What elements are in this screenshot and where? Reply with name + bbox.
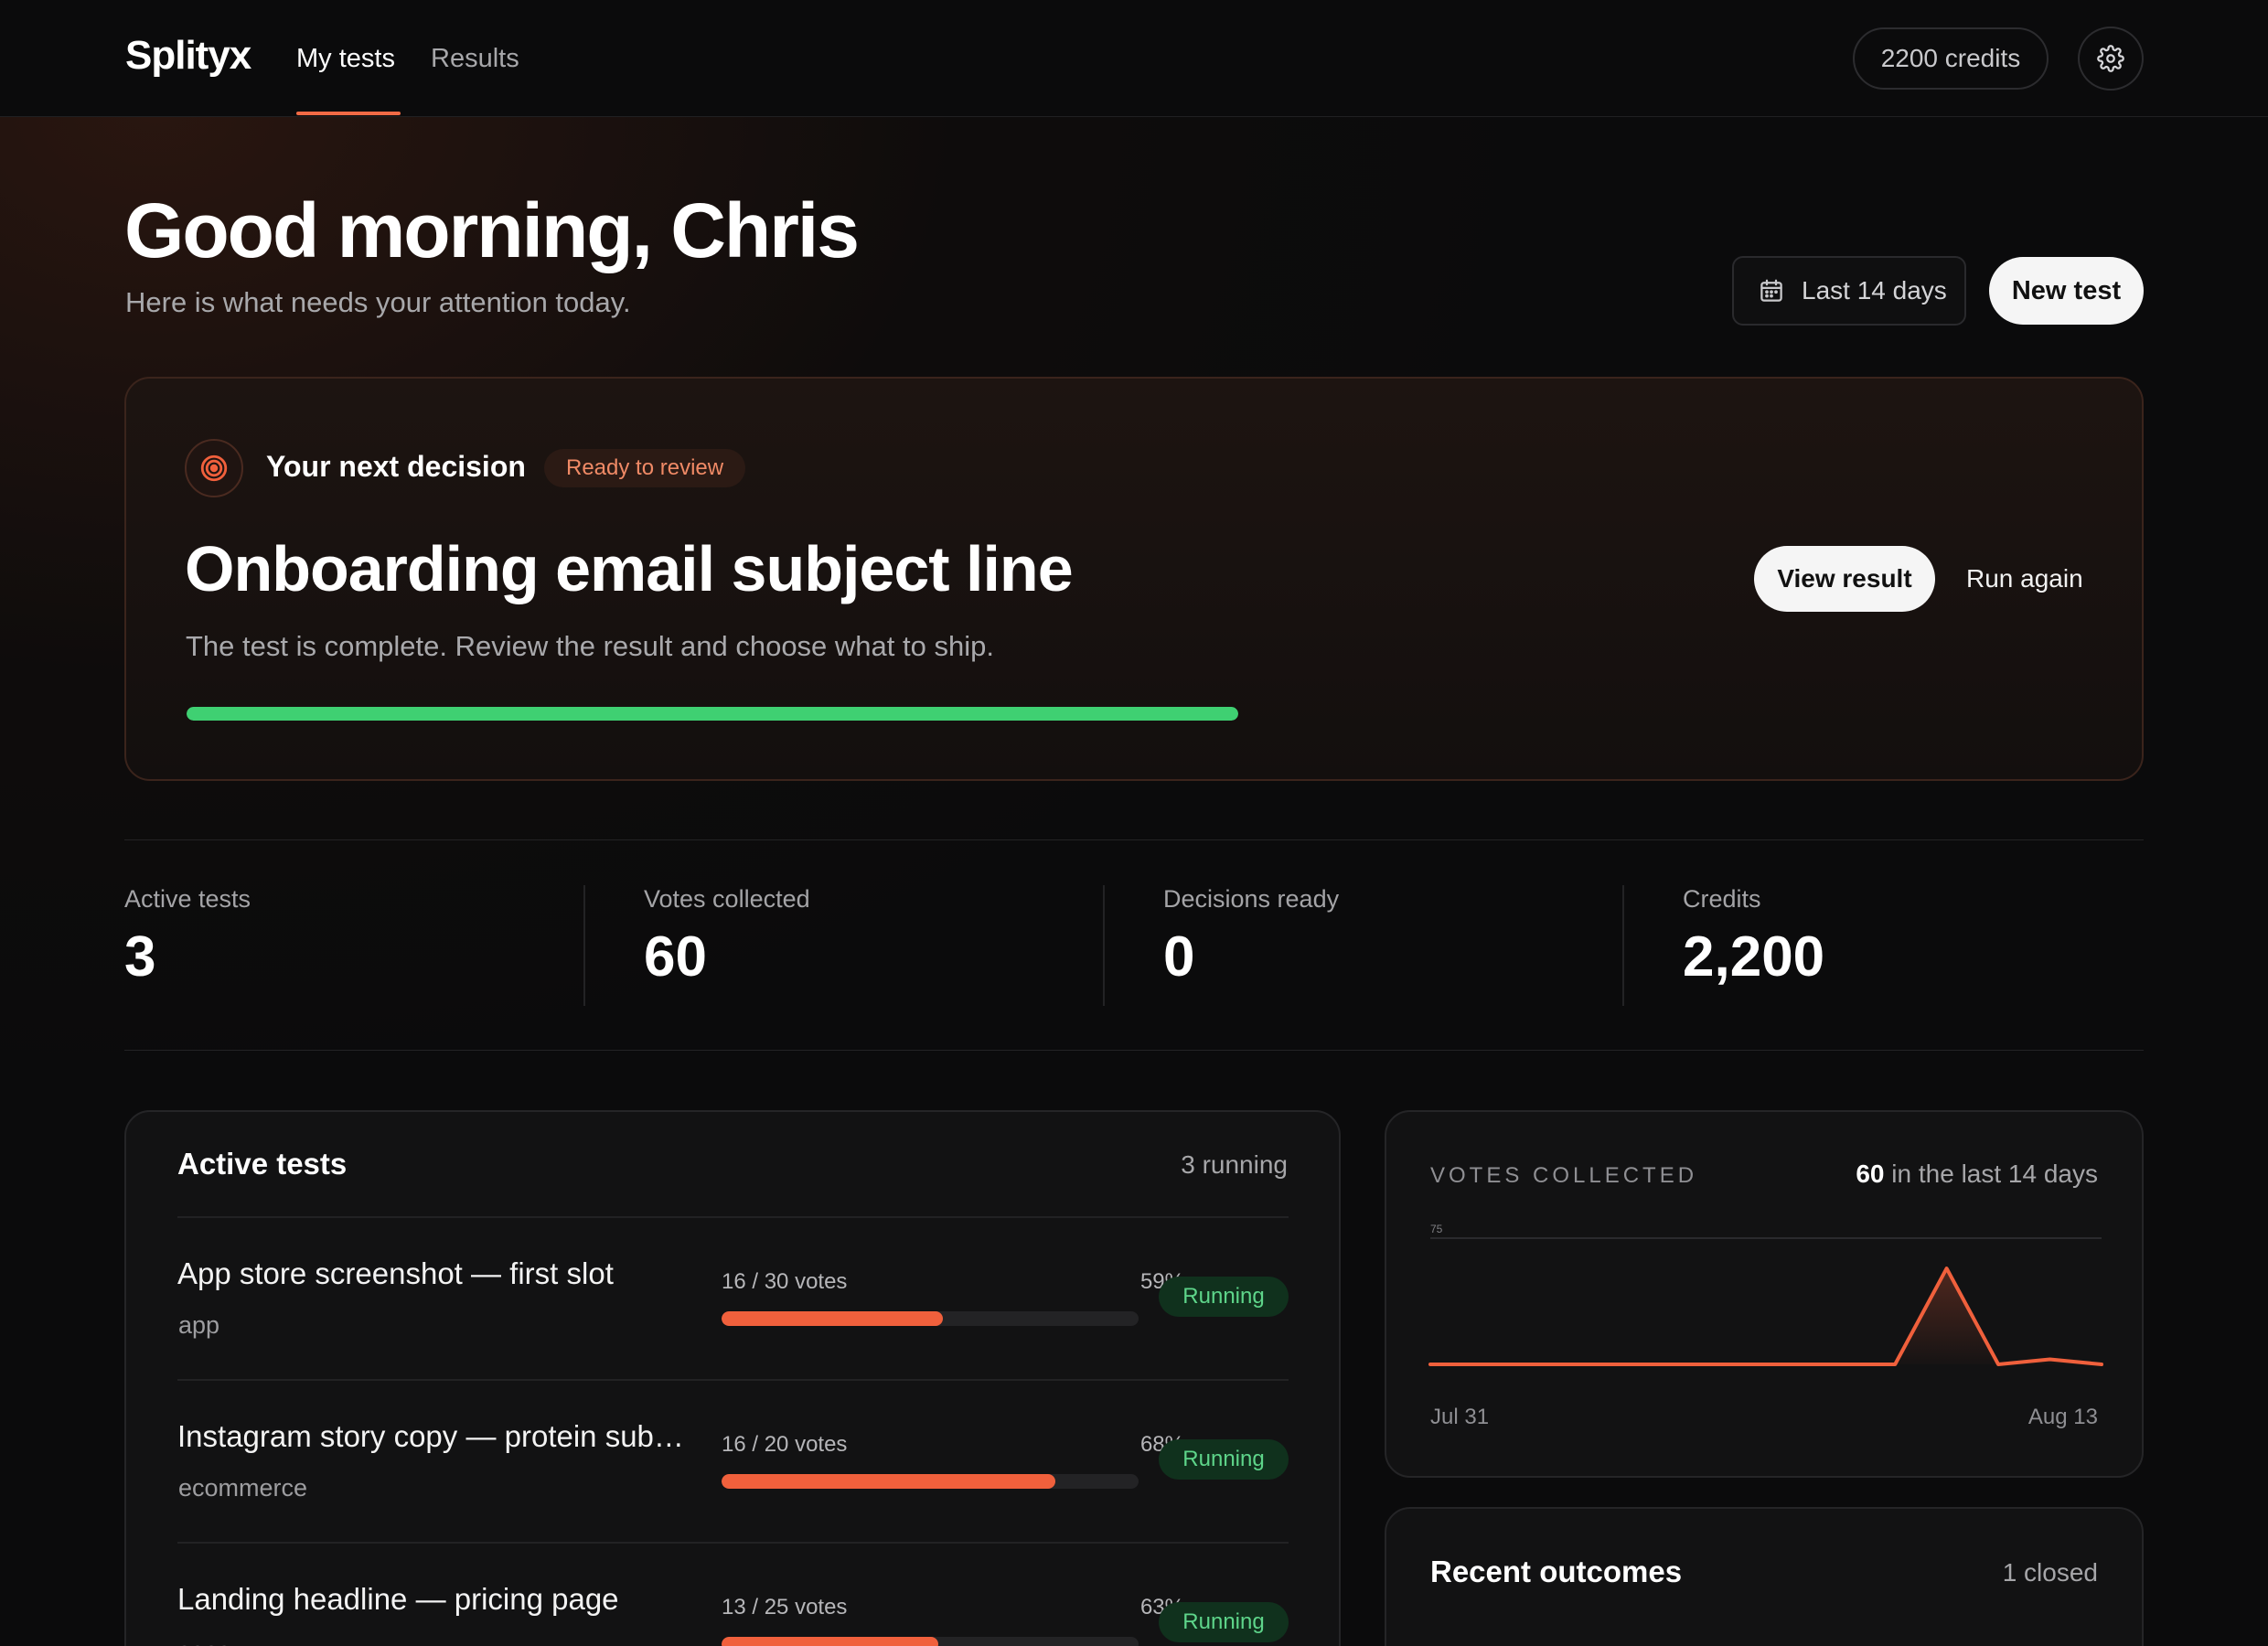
stat-active-tests: Active tests 3 [124, 885, 251, 1006]
status-badge: Running [1159, 1439, 1289, 1480]
active-tab-indicator [296, 112, 401, 115]
progress-bar [722, 1637, 1139, 1646]
settings-button[interactable] [2078, 27, 2144, 91]
progress-fill [722, 1637, 939, 1646]
test-name: Instagram story copy — protein subscript… [177, 1419, 699, 1453]
panel-title: Recent outcomes [1430, 1555, 1683, 1588]
status-badge: Running [1159, 1602, 1289, 1642]
votes-count: 16 / 20 votes [722, 1432, 848, 1457]
stat-label: Credits [1683, 885, 1761, 913]
stat-label: Decisions ready [1163, 885, 1340, 913]
page-subtitle: Here is what needs your attention today. [125, 286, 631, 318]
stat-credits: Credits 2,200 [1683, 885, 1824, 1006]
votes-count: 13 / 25 votes [722, 1595, 848, 1619]
test-category: app [178, 1311, 220, 1339]
series-area [1430, 1268, 2102, 1364]
status-badge: Ready to review [544, 449, 746, 487]
stat-label: Active tests [124, 885, 251, 913]
tab-my-tests[interactable]: My tests [296, 44, 395, 74]
test-name: App store screenshot — first slot [177, 1256, 614, 1290]
view-result-button[interactable]: View result [1754, 546, 1935, 612]
stat-value: 2,200 [1683, 925, 1825, 989]
test-category: saas [178, 1637, 230, 1646]
tab-results[interactable]: Results [431, 44, 519, 74]
active-tests-panel: Active tests 3 running App store screens… [124, 1110, 1341, 1646]
decision-label: Your next decision [266, 450, 526, 483]
test-name: Landing headline — pricing page [177, 1582, 619, 1616]
votes-chart-panel: VOTES COLLECTED 60 in the last 14 days 7… [1385, 1110, 2144, 1478]
closed-count: 1 closed [2002, 1558, 2098, 1587]
run-again-button[interactable]: Run again [1966, 564, 2083, 593]
test-category: ecommerce [178, 1474, 308, 1502]
divider [124, 1050, 2144, 1051]
calendar-icon [1760, 279, 1782, 302]
status-badge: Running [1159, 1277, 1289, 1317]
divider [177, 1542, 1289, 1544]
divider [177, 1379, 1289, 1381]
decision-title: Onboarding email subject line [185, 533, 1074, 604]
running-count: 3 running [1181, 1150, 1288, 1179]
stat-label: Votes collected [644, 885, 810, 913]
x-axis-end-label: Aug 13 [2027, 1405, 2098, 1429]
gear-icon [2097, 45, 2124, 72]
votes-count: 16 / 30 votes [722, 1269, 848, 1294]
progress-bar [722, 1474, 1139, 1489]
divider [1103, 885, 1105, 1006]
target-icon [185, 439, 243, 497]
x-axis-start-label: Jul 31 [1430, 1405, 1490, 1429]
stat-value: 60 [644, 925, 707, 989]
progress-fill [722, 1474, 1055, 1489]
decision-progress-bar [187, 707, 1238, 721]
divider [177, 1216, 1289, 1218]
recent-outcomes-panel: Recent outcomes 1 closed [1385, 1507, 2144, 1646]
stat-decisions-ready: Decisions ready 0 [1163, 885, 1339, 1006]
next-decision-card: Your next decision Ready to review Onboa… [124, 377, 2144, 781]
divider [1622, 885, 1624, 1006]
divider [124, 839, 2144, 840]
brand-logo[interactable]: Splityx [125, 33, 251, 79]
page-title: Good morning, Chris [124, 187, 860, 273]
new-test-button[interactable]: New test [1989, 257, 2144, 325]
date-range-button[interactable]: Last 14 days [1732, 256, 1966, 326]
decision-description: The test is complete. Review the result … [186, 630, 994, 662]
progress-fill [722, 1311, 943, 1326]
series-line [1428, 1267, 2103, 1366]
date-range-label: Last 14 days [1802, 276, 1947, 305]
stat-value: 3 [124, 925, 156, 989]
decision-progress-fill [187, 707, 1238, 721]
panel-title: Active tests [177, 1147, 348, 1181]
top-navigation: Splityx My tests Results 2200 credits [0, 0, 2268, 117]
stat-votes-collected: Votes collected 60 [644, 885, 810, 1006]
stat-value: 0 [1163, 925, 1195, 989]
y-tick-label: 75 [1430, 1223, 1443, 1235]
credits-pill[interactable]: 2200 credits [1853, 27, 2049, 90]
divider [583, 885, 585, 1006]
progress-bar [722, 1311, 1139, 1326]
